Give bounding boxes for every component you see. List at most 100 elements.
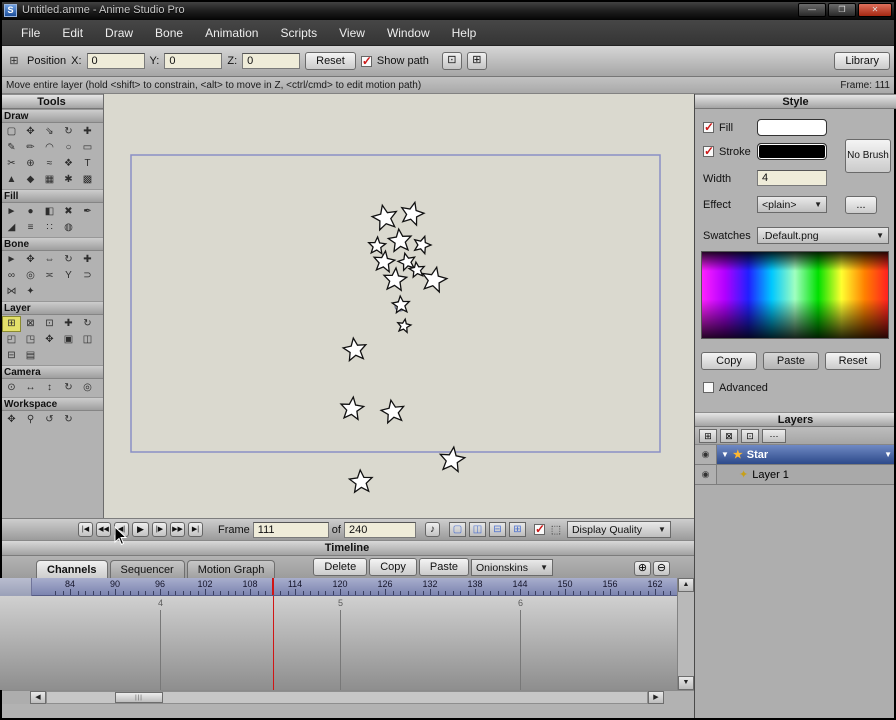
- hscroll-thumb[interactable]: |||: [115, 692, 163, 703]
- layer-tool-icon[interactable]: ⊟: [2, 348, 21, 364]
- layer-tool-icon[interactable]: ⊡: [40, 316, 59, 332]
- star-shape[interactable]: [372, 249, 397, 274]
- star-shape[interactable]: [367, 235, 388, 256]
- draw-tool-icon[interactable]: ✎: [2, 140, 21, 156]
- safe-frame-icon[interactable]: ⬚: [548, 522, 564, 538]
- fill-tool-icon[interactable]: ◍: [59, 220, 78, 236]
- close-button[interactable]: ✕: [858, 3, 892, 17]
- bone-tool-icon[interactable]: ≍: [40, 268, 59, 284]
- delete-button[interactable]: Delete: [313, 558, 368, 576]
- zoom-out-icon[interactable]: ⊖: [653, 561, 670, 576]
- tab-motion-graph[interactable]: Motion Graph: [186, 560, 276, 578]
- menu-window[interactable]: Window: [376, 23, 441, 43]
- layer-menu-icon[interactable]: ▼: [884, 450, 892, 459]
- new-layer-button[interactable]: ⊞: [699, 428, 717, 443]
- y-input[interactable]: [164, 53, 223, 69]
- z-input[interactable]: [242, 53, 301, 69]
- draw-tool-icon[interactable]: ▭: [78, 140, 97, 156]
- copy-button[interactable]: Copy: [369, 558, 417, 576]
- fill-tool-icon[interactable]: ∷: [40, 220, 59, 236]
- menu-scripts[interactable]: Scripts: [269, 23, 328, 43]
- bone-tool-icon[interactable]: ✥: [21, 252, 40, 268]
- draw-tool-icon[interactable]: ▢: [2, 124, 21, 140]
- workspace-tool-icon[interactable]: ✥: [2, 412, 21, 428]
- timeline-horizontal-scrollbar[interactable]: ◀ ||| ▶: [0, 690, 694, 704]
- draw-tool-icon[interactable]: ◆: [21, 172, 40, 188]
- layer-name[interactable]: Star: [747, 449, 880, 461]
- star-shape[interactable]: [421, 265, 449, 294]
- draw-tool-icon[interactable]: ○: [59, 140, 78, 156]
- camera-tool-icon[interactable]: ◎: [78, 380, 97, 396]
- layer-tool-icon[interactable]: ▣: [59, 332, 78, 348]
- scroll-left-button[interactable]: ◀: [30, 691, 46, 704]
- advanced-checkbox[interactable]: [703, 382, 714, 393]
- layer-tool-icon[interactable]: ◳: [21, 332, 40, 348]
- total-frames-input[interactable]: [343, 521, 416, 538]
- view-split-vertical-button[interactable]: ◫: [468, 522, 486, 537]
- display-quality-dropdown[interactable]: Display Quality ▼: [566, 521, 671, 538]
- effect-options-button[interactable]: ...: [845, 196, 877, 214]
- bone-tool-icon[interactable]: ✦: [21, 284, 40, 300]
- speaker-icon[interactable]: ♪: [424, 522, 440, 537]
- visibility-icon[interactable]: ◉: [695, 445, 717, 464]
- workspace-tool-icon[interactable]: ↺: [40, 412, 59, 428]
- color-palette[interactable]: [701, 251, 889, 339]
- reset-all-icon-button[interactable]: ⊡: [441, 52, 462, 70]
- tab-channels[interactable]: Channels: [36, 560, 108, 578]
- bone-tool-icon[interactable]: ⋈: [2, 284, 21, 300]
- fill-tool-icon[interactable]: ✖: [59, 204, 78, 220]
- draw-tool-icon[interactable]: ▩: [78, 172, 97, 188]
- menu-animation[interactable]: Animation: [194, 23, 269, 43]
- step-back-button[interactable]: ◀|: [114, 522, 129, 537]
- camera-tool-icon[interactable]: ⊙: [2, 380, 21, 396]
- star-shape[interactable]: [413, 234, 433, 256]
- star-shape[interactable]: [370, 203, 398, 232]
- timeline-vertical-scrollbar[interactable]: ▲ ▼: [677, 578, 694, 690]
- step-forward-button[interactable]: |▶: [152, 522, 167, 537]
- camera-tool-icon[interactable]: ↕: [40, 380, 59, 396]
- minimize-button[interactable]: —: [798, 3, 826, 17]
- menu-view[interactable]: View: [328, 23, 376, 43]
- scroll-up-button[interactable]: ▲: [678, 578, 694, 592]
- layer-tool-icon[interactable]: ▤: [21, 348, 40, 364]
- maximize-button[interactable]: ❐: [828, 3, 856, 17]
- no-brush-button[interactable]: No Brush: [845, 139, 891, 173]
- menu-file[interactable]: File: [10, 23, 51, 43]
- draw-tool-icon[interactable]: ↻: [59, 124, 78, 140]
- fill-tool-icon[interactable]: ◧: [40, 204, 59, 220]
- camera-tool-icon[interactable]: ↔: [21, 380, 40, 396]
- fill-tool-icon[interactable]: ►: [2, 204, 21, 220]
- center-layer-icon-button[interactable]: ⊞: [466, 52, 487, 70]
- layer-name[interactable]: Layer 1: [752, 469, 892, 481]
- layer-tool-icon[interactable]: ◫: [78, 332, 97, 348]
- bone-tool-icon[interactable]: ↻: [59, 252, 78, 268]
- draw-tool-icon[interactable]: ✏: [21, 140, 40, 156]
- menu-help[interactable]: Help: [441, 23, 488, 43]
- star-shape[interactable]: [347, 468, 374, 494]
- swatches-dropdown[interactable]: .Default.png ▼: [757, 227, 889, 244]
- style-reset-button[interactable]: Reset: [825, 352, 881, 370]
- current-frame-input[interactable]: [252, 521, 329, 538]
- bone-tool-icon[interactable]: ∞: [2, 268, 21, 284]
- fill-checkbox[interactable]: [703, 120, 714, 134]
- layer-tool-icon[interactable]: ✥: [40, 332, 59, 348]
- fill-tool-icon[interactable]: ●: [21, 204, 40, 220]
- fill-tool-icon[interactable]: ✒: [78, 204, 97, 220]
- layer-more-button[interactable]: ⋯: [762, 428, 786, 443]
- star-shape[interactable]: [341, 336, 368, 363]
- bone-tool-icon[interactable]: ►: [2, 252, 21, 268]
- star-shape[interactable]: [438, 445, 467, 473]
- go-to-start-button[interactable]: |◀: [78, 522, 93, 537]
- prev-keyframe-button[interactable]: ◀◀: [96, 522, 111, 537]
- visibility-icon[interactable]: ◉: [695, 465, 717, 484]
- menu-draw[interactable]: Draw: [94, 23, 144, 43]
- tab-sequencer[interactable]: Sequencer: [109, 560, 185, 578]
- menu-bone[interactable]: Bone: [144, 23, 194, 43]
- star-shape[interactable]: [386, 227, 413, 253]
- stroke-checkbox[interactable]: [703, 144, 714, 158]
- workspace-tool-icon[interactable]: ⚲: [21, 412, 40, 428]
- bone-tool-icon[interactable]: ◎: [21, 268, 40, 284]
- delete-layer-button[interactable]: ⊠: [720, 428, 738, 443]
- view-split-horizontal-button[interactable]: ⊟: [488, 522, 506, 537]
- draw-tool-icon[interactable]: ◠: [40, 140, 59, 156]
